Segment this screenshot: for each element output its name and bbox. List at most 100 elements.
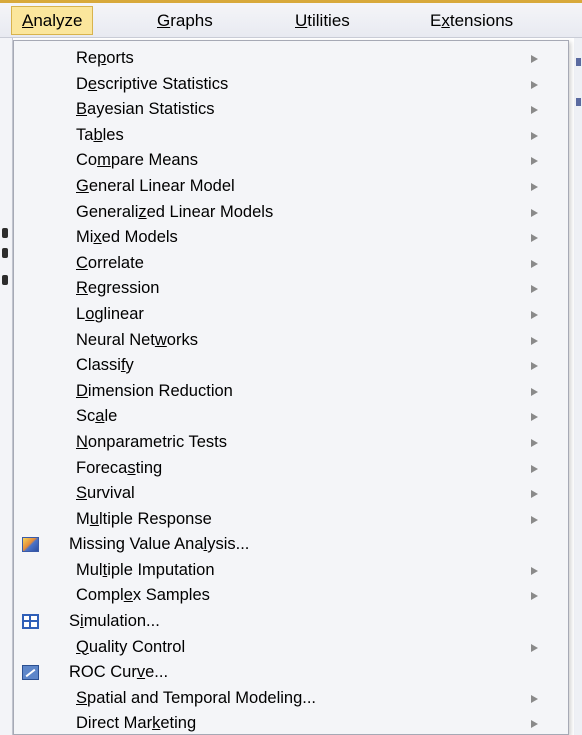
menu-item-label-post: onparametric Tests [87,432,228,451]
submenu-arrow-icon [531,387,538,396]
submenu-arrow-icon [531,592,538,601]
background-window-right-edge [574,38,582,735]
menu-item[interactable]: Survival [14,481,568,507]
menu-label-pre: E [430,11,442,30]
menu-utilities[interactable]: Utilities [285,6,360,35]
submenu-arrow-icon [531,643,538,652]
menu-mnemonic: x [441,11,450,30]
submenu-arrow-icon [531,694,538,703]
submenu-arrow-icon [531,720,538,729]
menu-item-mnemonic: G [76,176,89,195]
menu-item-label: Neural Networks [76,328,198,354]
menu-item-label-pre: D [76,74,88,93]
menu-label-post: tensions [449,11,514,30]
menu-graphs[interactable]: Graphs [147,6,223,35]
missing-value-analysis-icon [22,537,39,553]
background-marker [576,98,581,106]
menu-item-label-post: egression [87,279,160,298]
menu-item-label-post: ed Models [101,228,178,247]
menu-item-label-post: les [102,125,124,144]
submenu-arrow-icon [531,464,538,473]
menu-item-mnemonic: B [76,100,88,119]
menu-item[interactable]: Multiple Response [14,507,568,533]
submenu-arrow-icon [531,566,538,575]
menu-item-mnemonic: s [127,458,136,477]
menu-item[interactable]: Mixed Models [14,225,568,251]
menu-item-label-pre: S [69,612,81,631]
menu-item[interactable]: Complex Samples [14,583,568,609]
menu-item[interactable]: Classify [14,353,568,379]
menu-item[interactable]: Neural Networks [14,328,568,354]
menu-item[interactable]: Generalized Linear Models [14,200,568,226]
menu-item-label-post: x Samples [132,586,210,605]
menu-item-label-post: ayesian Statistics [87,100,215,119]
menu-item-label: Regression [76,276,159,302]
menu-item[interactable]: General Linear Model [14,174,568,200]
menu-item-mnemonic: b [93,125,103,144]
menu-item-mnemonic: e [87,74,98,93]
menu-item[interactable]: Bayesian Statistics [14,97,568,123]
menu-item-label: Nonparametric Tests [76,430,227,456]
menu-item[interactable]: Simulation... [14,609,568,635]
menu-item-label-post: y [125,356,134,375]
menu-item-label: Multiple Imputation [76,558,215,584]
menu-item-label: Quality Control [76,635,185,661]
menu-item[interactable]: Loglinear [14,302,568,328]
menu-item-mnemonic: S [76,688,88,707]
menu-item-mnemonic: w [154,330,167,349]
menu-item-label-post: eneral Linear Model [88,176,235,195]
submenu-arrow-icon [531,285,538,294]
menu-item[interactable]: Direct Marketing [14,711,568,735]
menu-mnemonic: A [22,11,34,30]
background-marker [2,248,8,258]
menu-item-label: Correlate [76,251,144,277]
menu-item-mnemonic: m [97,151,111,170]
menu-item[interactable]: Descriptive Statistics [14,72,568,98]
background-marker [576,58,581,66]
menu-item-label-post: imension Reduction [87,381,233,400]
menu-item-label: ROC Curve... [69,660,168,686]
menu-item[interactable]: Missing Value Analysis... [14,532,568,558]
menu-item[interactable]: Regression [14,276,568,302]
analyze-dropdown-menu: Reports Descriptive Statistics Bayesian St… [13,40,569,735]
menu-item-label: Descriptive Statistics [76,72,228,98]
menu-item-label-post: ltiple Response [98,509,212,528]
menu-item-label-pre: Co [76,151,98,170]
menu-item-mnemonic: Q [76,637,89,656]
menu-item[interactable]: Compare Means [14,148,568,174]
menu-item[interactable]: ROC Curve... [14,660,568,686]
menu-item[interactable]: Tables [14,123,568,149]
menu-item-label-post: orrelate [87,253,144,272]
menu-item-label-post: orts [106,49,134,67]
menu-item-label: Scale [76,404,117,430]
menu-item-label-pre: M [76,509,90,528]
menu-item[interactable]: Dimension Reduction [14,379,568,405]
menu-item-label-pre: Mi [76,228,94,247]
menu-analyze[interactable]: Analyze [11,6,94,35]
menu-item-label: Generalized Linear Models [76,200,273,226]
menu-extensions[interactable]: Extensions [420,6,523,35]
menu-item-mnemonic: o [85,304,95,323]
menu-label-post: raphs [170,11,213,30]
menu-item-label-post: orks [166,330,198,349]
menu-item[interactable]: Quality Control [14,635,568,661]
menu-mnemonic: G [157,11,171,30]
submenu-arrow-icon [531,438,538,447]
menu-item-label: Bayesian Statistics [76,97,215,123]
submenu-arrow-icon [531,490,538,499]
application-window: Analyze Graphs Utilities Extensions Repo… [0,0,582,735]
menu-item-label: Dimension Reduction [76,379,233,405]
submenu-arrow-icon [531,413,538,422]
menu-item[interactable]: Spatial and Temporal Modeling... [14,686,568,712]
menu-item[interactable]: Scale [14,404,568,430]
menu-item[interactable]: Nonparametric Tests [14,430,568,456]
menu-item-mnemonic: u [89,509,99,528]
menu-item-label-pre: ROC Cur [69,663,137,682]
submenu-arrow-icon [531,234,538,243]
menu-item[interactable]: Correlate [14,251,568,277]
menu-item-label: Classify [76,353,134,379]
menu-item-label-pre: Neural Net [76,330,155,349]
menu-item[interactable]: Forecasting [14,456,568,482]
menu-item[interactable]: Reports [14,46,568,72]
menu-item[interactable]: Multiple Imputation [14,558,568,584]
